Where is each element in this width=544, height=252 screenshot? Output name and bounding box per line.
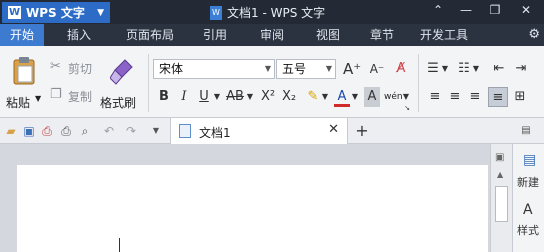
grow-font-button[interactable]: A⁺ xyxy=(343,59,361,79)
settings-icon[interactable]: ⚙ xyxy=(528,27,540,42)
tab-references[interactable]: 引用 xyxy=(186,24,244,46)
new-document-icon[interactable]: ▤ xyxy=(523,152,536,168)
font-dialog-launcher-icon[interactable]: ↘ xyxy=(403,104,411,112)
open-folder-icon[interactable]: ▰ xyxy=(3,123,19,139)
divider xyxy=(148,54,149,112)
align-center-icon[interactable]: ≡ xyxy=(446,87,464,107)
font-size-value: 五号 xyxy=(282,62,307,76)
app-menu-button[interactable]: W WPS 文字 ▼ xyxy=(2,2,110,23)
format-painter-label: 格式刷 xyxy=(100,96,137,110)
font-name-select[interactable]: 宋体 ▼ xyxy=(153,59,275,79)
superscript-button[interactable]: X² xyxy=(258,87,278,107)
undo-icon[interactable]: ↶ xyxy=(101,123,117,139)
document-icon xyxy=(179,124,191,138)
chevron-down-icon[interactable]: ▼ xyxy=(350,87,360,107)
text-cursor xyxy=(119,238,120,252)
tab-developer[interactable]: 开发工具 xyxy=(408,24,480,46)
copy-label: 复制 xyxy=(68,90,93,104)
align-right-icon[interactable]: ≡ xyxy=(466,87,484,107)
scrollbar-thumb[interactable] xyxy=(495,186,508,222)
scissors-icon: ✂ xyxy=(50,59,61,74)
bold-button[interactable]: B xyxy=(156,87,172,107)
ribbon-home: 粘贴 ▼ ✂ 剪切 ❐ 复制 格式刷 宋体 ▼ 五号 ▼ A⁺ A⁻ A̸ B … xyxy=(0,46,544,118)
quick-access-toolbar: ▰ ▣ ⎙ ⎙ ⌕ ↶ ↷ ▼ 文档1 ✕ + ▤ xyxy=(0,118,544,144)
font-name-value: 宋体 xyxy=(159,62,184,76)
justify-icon[interactable]: ≡ xyxy=(488,87,508,107)
tab-list-icon[interactable]: ▤ xyxy=(518,123,534,139)
distributed-align-icon[interactable]: ⊞ xyxy=(510,87,530,107)
document-icon: W xyxy=(210,5,222,20)
save-icon[interactable]: ▣ xyxy=(21,123,37,139)
subscript-button[interactable]: X₂ xyxy=(279,87,299,107)
export-pdf-icon[interactable]: ⎙ xyxy=(39,123,55,139)
chevron-down-icon[interactable]: ▼ xyxy=(320,87,330,107)
font-size-select[interactable]: 五号 ▼ xyxy=(276,59,336,79)
tab-view[interactable]: 视图 xyxy=(300,24,356,46)
tab-home[interactable]: 开始 xyxy=(0,24,44,46)
copy-button[interactable]: ❐ 复制 xyxy=(50,87,98,105)
chevron-down-icon[interactable]: ▼ xyxy=(440,59,450,79)
scroll-up-icon[interactable]: ▲ xyxy=(497,170,503,179)
document-workspace xyxy=(0,144,512,252)
print-icon[interactable]: ⎙ xyxy=(58,123,74,139)
window-title: W 文档1 - WPS 文字 xyxy=(210,4,325,21)
strikethrough-button[interactable]: AB xyxy=(224,87,246,107)
new-tab-button[interactable]: + xyxy=(354,123,370,139)
chevron-down-icon: ▼ xyxy=(35,94,42,103)
minimize-button[interactable]: — xyxy=(456,3,476,17)
decrease-indent-icon[interactable]: ⇤ xyxy=(490,59,508,79)
tab-page-layout[interactable]: 页面布局 xyxy=(114,24,186,46)
redo-icon[interactable]: ↷ xyxy=(123,123,139,139)
char-shading-button[interactable]: A xyxy=(364,87,380,107)
shrink-font-button[interactable]: A⁻ xyxy=(368,59,386,79)
document-tab-label: 文档1 xyxy=(199,126,231,140)
styles-label[interactable]: 样式 xyxy=(517,222,539,238)
clear-format-icon[interactable]: A̸ xyxy=(392,59,410,79)
chevron-down-icon[interactable]: ▼ xyxy=(245,87,255,107)
new-label[interactable]: 新建 xyxy=(517,174,539,190)
wps-logo-icon: W xyxy=(8,6,21,19)
maximize-button[interactable]: ❐ xyxy=(485,3,505,17)
paste-button[interactable]: 粘贴 ▼ xyxy=(4,54,44,112)
italic-button[interactable]: I xyxy=(176,87,192,107)
chevron-down-icon[interactable]: ▼ xyxy=(212,87,222,107)
tab-insert[interactable]: 插入 xyxy=(44,24,114,46)
collapse-ribbon-button[interactable]: ⌃ xyxy=(428,3,448,17)
tab-sections[interactable]: 章节 xyxy=(356,24,408,46)
paste-label: 粘贴 xyxy=(6,96,31,110)
underline-button[interactable]: U xyxy=(196,87,212,107)
task-pane: ▤ 新建 A 样式 xyxy=(512,144,544,252)
font-color-button[interactable]: A xyxy=(334,87,350,107)
document-page[interactable] xyxy=(17,165,488,252)
chevron-down-icon[interactable]: ▼ xyxy=(148,123,164,139)
page-view-icon[interactable]: ▣ xyxy=(495,152,504,163)
chevron-down-icon[interactable]: ▼ xyxy=(471,59,481,79)
chevron-down-icon: ▼ xyxy=(264,64,271,73)
close-icon[interactable]: ✕ xyxy=(328,122,339,137)
tab-review[interactable]: 审阅 xyxy=(244,24,300,46)
align-left-icon[interactable]: ≡ xyxy=(426,87,444,107)
window-title-text: 文档1 - WPS 文字 xyxy=(227,6,326,20)
title-bar: W WPS 文字 ▼ W 文档1 - WPS 文字 ⌃ — ❐ ✕ xyxy=(0,0,544,24)
print-preview-icon[interactable]: ⌕ xyxy=(77,123,93,139)
styles-icon[interactable]: A xyxy=(523,202,533,218)
divider xyxy=(418,54,419,112)
app-name: WPS 文字 xyxy=(26,6,85,20)
copy-icon: ❐ xyxy=(50,87,62,102)
chevron-down-icon: ▼ xyxy=(97,7,104,18)
clipboard-icon xyxy=(13,57,35,85)
brush-icon xyxy=(110,59,133,85)
cut-button[interactable]: ✂ 剪切 xyxy=(50,59,98,77)
ribbon-tabs: 开始 插入 页面布局 引用 审阅 视图 章节 开发工具 ⚙ xyxy=(0,24,544,46)
chevron-down-icon: ▼ xyxy=(325,64,332,73)
close-button[interactable]: ✕ xyxy=(516,3,536,17)
document-tab[interactable]: 文档1 ✕ xyxy=(170,118,348,144)
phonetic-guide-button[interactable]: wén xyxy=(384,87,403,107)
cut-label: 剪切 xyxy=(68,62,93,76)
vertical-scrollbar[interactable]: ▣ ▲ xyxy=(490,144,512,252)
increase-indent-icon[interactable]: ⇥ xyxy=(512,59,530,79)
format-painter-button[interactable]: 格式刷 xyxy=(100,54,144,112)
